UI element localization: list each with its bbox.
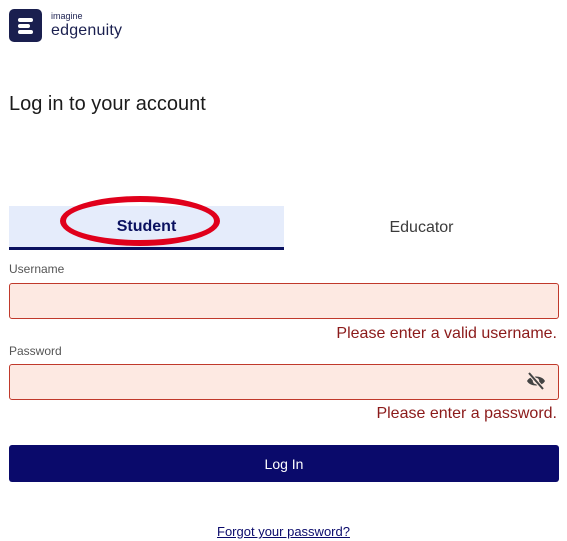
password-label: Password [9, 344, 62, 358]
logo-small-text: imagine [51, 11, 83, 21]
eye-off-icon[interactable] [525, 371, 547, 391]
tab-student[interactable]: Student [9, 206, 284, 250]
tab-educator[interactable]: Educator [284, 206, 559, 250]
role-tabs: Student Educator [9, 206, 559, 250]
page-title: Log in to your account [9, 93, 206, 115]
edgenuity-logo-icon [9, 9, 42, 42]
forgot-password: Forgot your password? [0, 524, 567, 539]
username-error: Please enter a valid username. [336, 325, 557, 342]
password-error: Please enter a password. [376, 405, 557, 422]
logo: imagine edgenuity [9, 9, 122, 42]
login-button[interactable]: Log In [9, 445, 559, 482]
forgot-password-link[interactable]: Forgot your password? [217, 524, 350, 539]
logo-brand-name: edgenuity [51, 22, 123, 39]
username-label: Username [9, 262, 65, 276]
username-input[interactable] [9, 283, 559, 319]
tab-student-label: Student [116, 217, 177, 235]
password-input[interactable] [9, 364, 559, 400]
logo-text: imagine edgenuity [51, 12, 122, 39]
tab-educator-label: Educator [389, 219, 454, 236]
